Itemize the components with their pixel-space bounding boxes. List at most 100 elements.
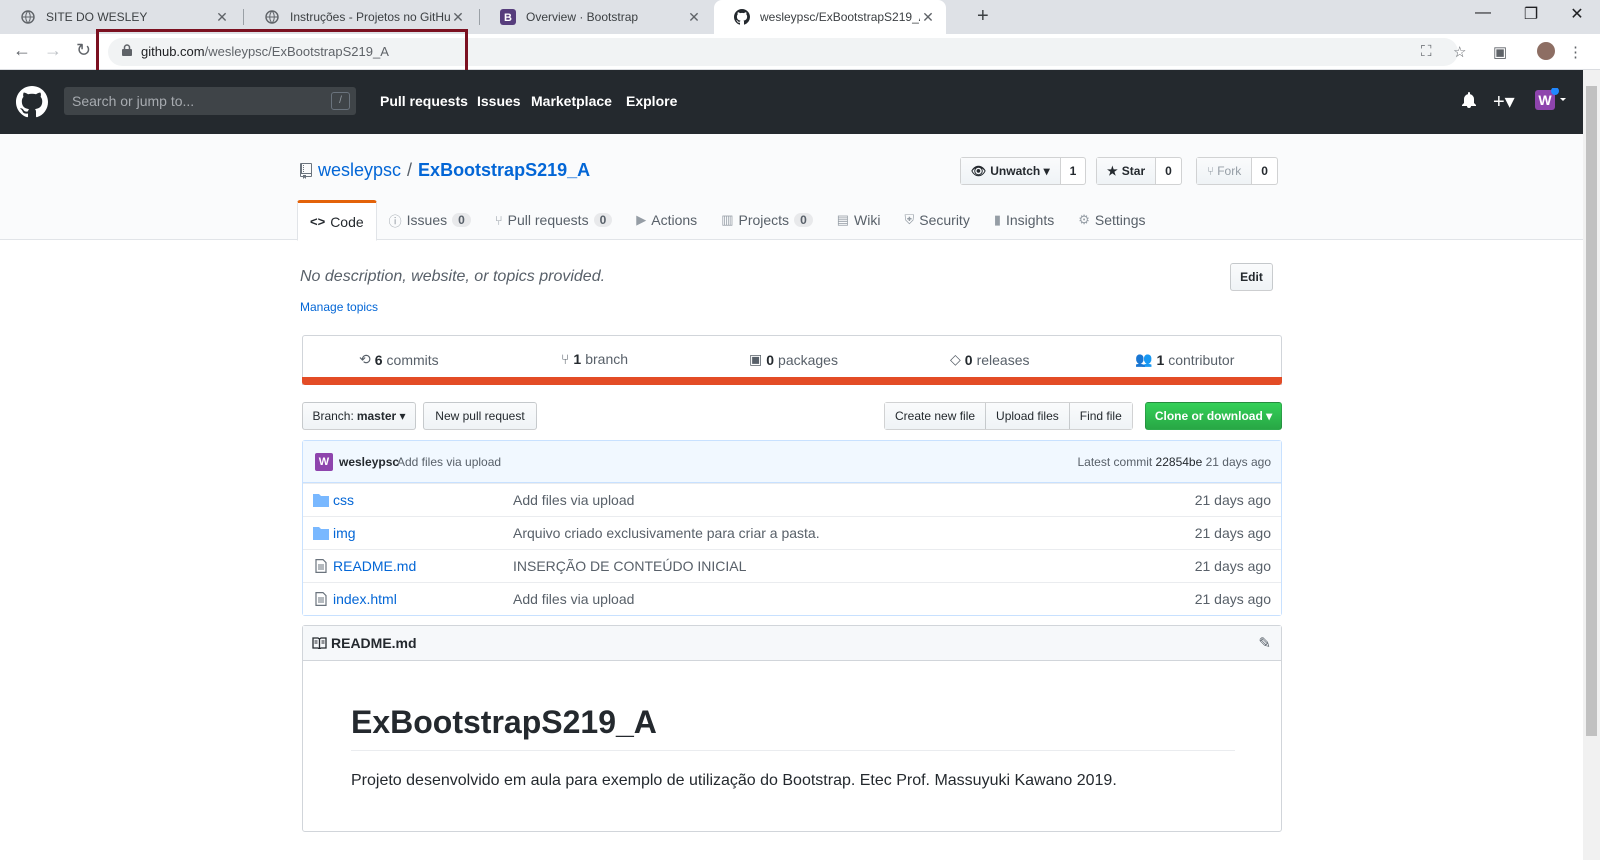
scrollbar-thumb[interactable] [1586,86,1597,736]
tab-projects[interactable]: ▥ Projects 0 [709,200,825,240]
eye-icon: 👁 [971,164,987,178]
language-bar[interactable] [302,377,1282,385]
file-link[interactable]: README.md [333,558,416,574]
avatar[interactable]: W [315,453,333,471]
tab-code[interactable]: <> Code [297,200,377,241]
pencil-icon[interactable]: ✎ [1258,634,1271,652]
unwatch-button[interactable]: 👁 Unwatch ▾ [961,158,1060,184]
table-row: img Arquivo criado exclusivamente para c… [303,516,1281,549]
back-icon[interactable]: ← [13,40,31,61]
graph-icon: ▮ [993,212,1001,227]
file-icon [315,559,327,573]
close-icon[interactable]: ✕ [686,9,702,26]
minimize-icon[interactable]: — [1460,4,1506,22]
file-commit-message[interactable]: Arquivo criado exclusivamente para criar… [513,525,820,541]
page-scrollbar[interactable] [1583,70,1600,860]
find-file-button[interactable]: Find file [1068,403,1132,429]
file-link[interactable]: index.html [333,591,397,607]
table-row: css Add files via upload 21 days ago [303,483,1281,516]
table-row: README.md INSERÇÃO DE CONTEÚDO INICIAL 2… [303,549,1281,582]
maximize-icon[interactable]: ❐ [1508,4,1554,24]
star-count[interactable]: 0 [1155,158,1181,184]
tab-actions[interactable]: ▶ Actions [624,200,709,240]
file-commit-message[interactable]: INSERÇÃO DE CONTEÚDO INICIAL [513,558,746,574]
new-pull-request-button[interactable]: New pull request [423,402,537,430]
divider [351,750,1235,751]
user-avatar[interactable]: W [1535,87,1569,115]
folder-icon [313,494,329,507]
file-age: 21 days ago [1194,558,1271,574]
search-input[interactable]: Search or jump to... / [64,87,356,115]
globe-icon [20,9,36,25]
commit-message[interactable]: Add files via upload [397,455,501,469]
commit-author[interactable]: wesleypsc [339,455,399,469]
github-header: Search or jump to... / Pull requests Iss… [0,70,1583,134]
table-row: index.html Add files via upload 21 days … [303,582,1281,615]
tab-title: SITE DO WESLEY [46,10,148,24]
forward-icon[interactable]: → [44,40,62,61]
window-close-icon[interactable]: ✕ [1554,4,1600,24]
fork-count[interactable]: 0 [1251,158,1277,184]
star-button[interactable]: ★ Star [1097,158,1156,184]
play-icon: ▶ [636,212,647,227]
nav-pull-requests[interactable]: Pull requests [380,93,468,109]
browser-tab-bootstrap[interactable]: B Overview · Bootstrap ✕ [480,0,712,34]
nav-marketplace[interactable]: Marketplace [531,93,612,109]
tab-settings[interactable]: ⚙ Settings [1066,200,1157,240]
create-new-file-button[interactable]: Create new file [885,403,986,429]
slash-shortcut-badge: / [331,92,350,110]
file-link[interactable]: img [333,525,356,541]
file-commit-message[interactable]: Add files via upload [513,492,634,508]
packages-link[interactable]: ▣ 0 packages [749,351,838,368]
tab-pull-requests[interactable]: ⑂ Pull requests 0 [483,200,624,240]
tab-security[interactable]: ⛨ Security [892,200,981,240]
file-table: W wesleypsc Add files via upload Latest … [302,440,1282,616]
tab-insights[interactable]: ▮ Insights [982,200,1066,240]
close-icon[interactable]: ✕ [450,9,466,26]
commit-sha[interactable]: 22854be [1156,455,1203,469]
releases-link[interactable]: ◇ 0 releases [950,351,1030,368]
projects-count: 0 [794,213,813,227]
branch-link[interactable]: ⑂ 1 branch [561,351,628,367]
extension-icon[interactable]: ▣ [1493,43,1507,61]
shield-icon: ⛨ [904,212,915,227]
issue-icon: ⓘ [388,213,402,229]
tab-wiki[interactable]: ▤ Wiki [825,200,893,240]
file-icon [315,592,327,606]
repo-name-link[interactable]: ExBootstrapS219_A [418,160,590,181]
close-icon[interactable]: ✕ [920,9,936,26]
file-commit-message[interactable]: Add files via upload [513,591,634,607]
bell-icon[interactable] [1462,92,1476,111]
github-logo-icon[interactable] [16,86,48,118]
code-icon: <> [310,214,326,229]
pull-request-icon: ⑂ [494,212,503,228]
new-tab-button[interactable]: + [977,5,989,28]
file-link[interactable]: css [333,492,354,508]
star-bookmark-icon[interactable]: ☆ [1453,43,1466,61]
reload-icon[interactable]: ↻ [76,40,91,61]
file-age: 21 days ago [1194,492,1271,508]
menu-kebab-icon[interactable]: ⋮ [1568,43,1583,61]
translate-icon[interactable]: ⛶ [1421,43,1432,60]
branch-select[interactable]: Branch: master ▾ [302,402,416,430]
tab-issues[interactable]: ⓘ Issues 0 [377,200,483,240]
profile-avatar[interactable] [1537,42,1555,60]
upload-files-button[interactable]: Upload files [985,403,1069,429]
clone-download-button[interactable]: Clone or download ▾ [1145,402,1282,430]
manage-topics-link[interactable]: Manage topics [300,300,378,314]
commits-link[interactable]: ⟲ 6 commits [359,351,439,368]
browser-tab-github-active[interactable]: wesleypsc/ExBootstrapS219_A ✕ [714,0,946,34]
readme-paragraph: Projeto desenvolvido em aula para exempl… [351,772,1117,789]
nav-explore[interactable]: Explore [626,93,677,109]
readme-header: README.md ✎ [303,626,1281,661]
contributors-link[interactable]: 👥 1 contributor [1135,351,1234,368]
watch-count[interactable]: 1 [1059,158,1086,184]
edit-description-button[interactable]: Edit [1230,263,1273,291]
people-icon: 👥 [1135,351,1153,367]
fork-button[interactable]: ⑂ Fork [1197,158,1252,184]
plus-dropdown-icon[interactable]: +▾ [1493,89,1515,114]
globe-icon [264,9,280,25]
close-icon[interactable]: ✕ [214,9,230,26]
nav-issues[interactable]: Issues [477,93,521,109]
repo-owner-link[interactable]: wesleypsc [318,160,401,181]
